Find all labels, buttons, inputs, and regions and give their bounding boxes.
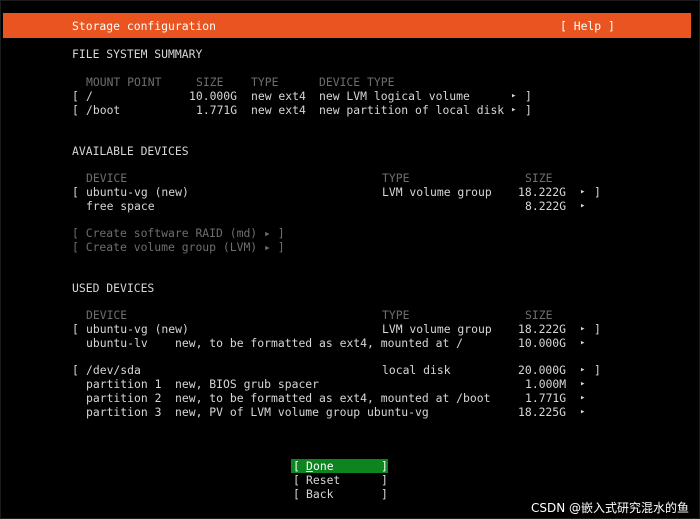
device-name: free space xyxy=(86,199,155,213)
device-size: 20.000G xyxy=(518,363,567,377)
col-type: TYPE xyxy=(382,308,410,322)
used-devices-heading: USED DEVICES xyxy=(72,281,155,295)
expand-arrow-icon[interactable]: ▸ xyxy=(580,199,585,213)
installer-screen: Storage configuration [ Help ] FILE SYST… xyxy=(0,0,700,519)
device-size: 18.222G xyxy=(518,322,567,336)
device-name: partition 3 xyxy=(86,405,162,419)
row-bracket-open: [ xyxy=(72,89,79,103)
size: 10.000G xyxy=(189,89,238,103)
expand-arrow-icon[interactable]: ▸ xyxy=(580,363,585,377)
done-bracket-open: [ xyxy=(293,459,307,473)
device-name: ubuntu-vg (new) xyxy=(86,322,189,336)
col-size: SIZE xyxy=(525,308,553,322)
row-bracket-open: [ xyxy=(72,363,79,377)
device-size: 8.222G xyxy=(525,199,567,213)
col-size: SIZE xyxy=(196,75,224,89)
device-size: 10.000G xyxy=(518,336,567,350)
device-name: partition 1 xyxy=(86,377,162,391)
col-device: DEVICE xyxy=(86,171,128,185)
device-description: new, PV of LVM volume group ubuntu-vg xyxy=(175,405,429,419)
device-type: local disk xyxy=(382,363,451,377)
available-devices-heading: AVAILABLE DEVICES xyxy=(72,144,189,158)
row-bracket-close: ] xyxy=(525,103,532,117)
help-button[interactable]: [ Help ] xyxy=(560,19,615,33)
create-volume-group-button[interactable]: [ Create volume group (LVM) ▸ ] xyxy=(72,240,285,254)
device-type: LVM volume group xyxy=(382,322,492,336)
col-mount-point: MOUNT POINT xyxy=(86,75,162,89)
expand-arrow-icon[interactable]: ▸ xyxy=(580,322,585,336)
row-bracket-open: [ xyxy=(72,185,79,199)
back-bracket-open: [ xyxy=(293,487,307,501)
reset-label: Reset xyxy=(306,473,341,487)
device-name: /dev/sda xyxy=(86,363,141,377)
watermark: CSDN @嵌入式研究混水的鱼 xyxy=(530,501,689,515)
device-size: 1.771G xyxy=(525,391,567,405)
row-bracket-open: [ xyxy=(72,322,79,336)
create-software-raid-button[interactable]: [ Create software RAID (md) ▸ ] xyxy=(72,226,285,240)
done-label: one xyxy=(313,459,334,473)
expand-arrow-icon[interactable]: ▸ xyxy=(580,377,585,391)
back-label: Back xyxy=(306,487,334,501)
device-size: 18.225G xyxy=(518,405,567,419)
row-bracket-close: ] xyxy=(594,185,601,199)
back-button[interactable]: [ Back ] xyxy=(291,487,388,501)
expand-arrow-icon[interactable]: ▸ xyxy=(580,185,585,199)
fs-type: new ext4 xyxy=(251,103,306,117)
col-size: SIZE xyxy=(525,171,553,185)
fs-summary-heading: FILE SYSTEM SUMMARY xyxy=(72,47,203,61)
device-name: ubuntu-lv xyxy=(86,336,148,350)
mount-point: /boot xyxy=(86,103,121,117)
reset-bracket-close: ] xyxy=(381,473,388,487)
row-bracket-close: ] xyxy=(525,89,532,103)
row-bracket-close: ] xyxy=(594,322,601,336)
device-description: new, BIOS grub spacer xyxy=(175,377,320,391)
device-size: 1.000M xyxy=(525,377,567,391)
expand-arrow-icon[interactable]: ▸ xyxy=(580,391,585,405)
mount-point: / xyxy=(86,89,93,103)
col-type: TYPE xyxy=(251,75,279,89)
col-device: DEVICE xyxy=(86,308,128,322)
done-bracket-close: ] xyxy=(381,459,388,473)
device-type: LVM volume group xyxy=(382,185,492,199)
device-type: new partition of local disk xyxy=(319,103,505,117)
device-name: partition 2 xyxy=(86,391,162,405)
reset-bracket-open: [ xyxy=(293,473,307,487)
device-description: new, to be formatted as ext4, mounted at… xyxy=(175,391,491,405)
fs-type: new ext4 xyxy=(251,89,306,103)
device-description: new, to be formatted as ext4, mounted at… xyxy=(175,336,464,350)
page-title: Storage configuration xyxy=(72,19,217,33)
expand-arrow-icon[interactable]: ▸ xyxy=(511,89,516,103)
done-button[interactable]: [ D one ] xyxy=(291,459,388,473)
done-hotkey: D xyxy=(306,459,313,473)
col-type: TYPE xyxy=(382,171,410,185)
size: 1.771G xyxy=(196,103,238,117)
expand-arrow-icon[interactable]: ▸ xyxy=(580,405,585,419)
header-bar: Storage configuration [ Help ] xyxy=(3,13,691,38)
device-name: ubuntu-vg (new) xyxy=(86,185,189,199)
col-device-type: DEVICE TYPE xyxy=(319,75,395,89)
device-size: 18.222G xyxy=(518,185,567,199)
row-bracket-open: [ xyxy=(72,103,79,117)
expand-arrow-icon[interactable]: ▸ xyxy=(580,336,585,350)
back-bracket-close: ] xyxy=(381,487,388,501)
row-bracket-close: ] xyxy=(594,363,601,377)
expand-arrow-icon[interactable]: ▸ xyxy=(511,103,516,117)
reset-button[interactable]: [ Reset ] xyxy=(291,473,388,487)
device-type: new LVM logical volume xyxy=(319,89,470,103)
